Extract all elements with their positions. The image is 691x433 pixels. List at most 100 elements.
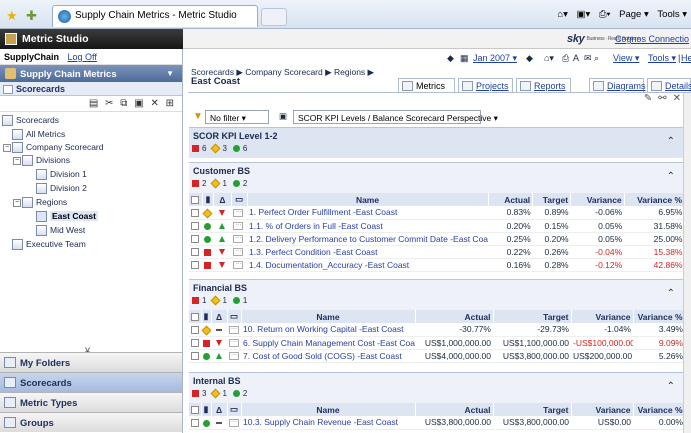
collapse-icon[interactable]: ⌃ — [667, 136, 675, 147]
font-size-icon[interactable]: A — [573, 53, 579, 63]
new-scorecard-icon[interactable]: ⊞ — [166, 98, 176, 109]
feeds-icon[interactable]: ▣▾ — [577, 9, 591, 20]
tree-item-division-2[interactable]: Division 2 — [36, 183, 87, 194]
metric-name[interactable]: 1.1. % of Orders in Full -East Coast — [247, 219, 489, 233]
metric-name[interactable]: 10. Return on Working Capital -East Coas… — [241, 323, 415, 337]
prev-period-icon[interactable]: ◆ — [447, 53, 454, 64]
tree-item-scorecards[interactable]: Scorecards — [2, 115, 59, 126]
column-header[interactable]: Target — [493, 310, 572, 323]
metric-name[interactable]: 1.3. Perfect Condition -East Coast — [247, 245, 489, 259]
tree-item-regions[interactable]: Regions — [22, 197, 67, 208]
row-checkbox[interactable] — [189, 258, 203, 272]
link-icon[interactable]: ⚯ — [658, 93, 672, 104]
next-period-icon[interactable]: ◆ — [526, 53, 533, 64]
notes-cell[interactable]: ··· — [227, 416, 241, 430]
column-header[interactable]: Variance % — [633, 403, 686, 416]
column-header[interactable]: Variance — [570, 193, 625, 206]
filter-select[interactable]: No filter ▾ — [205, 110, 269, 124]
table-row[interactable]: ··· 10. Return on Working Capital -East C… — [189, 323, 685, 337]
column-header[interactable]: Name — [241, 310, 416, 323]
row-checkbox[interactable] — [189, 219, 203, 233]
delete-icon[interactable]: ✕ — [150, 98, 160, 109]
home-icon[interactable]: ⌂▾ — [557, 9, 568, 20]
tree-item-division-1[interactable]: Division 1 — [36, 169, 87, 180]
table-row[interactable]: ··· 1.1. % of Orders in Full -East Coast 0… — [189, 219, 685, 233]
help-link[interactable]: Help — [681, 53, 691, 63]
metric-name[interactable]: 6. Supply Chain Management Cost -East Co… — [241, 336, 415, 350]
column-header[interactable]: Variance — [571, 403, 634, 416]
pane-my-folders[interactable]: My Folders — [0, 352, 182, 372]
metric-name[interactable]: 10.3. Supply Chain Revenue -East Coast — [241, 416, 415, 430]
table-row[interactable]: ··· 6. Supply Chain Management Cost -East… — [189, 336, 685, 350]
print-icon[interactable]: ⎙ — [562, 53, 569, 64]
row-checkbox[interactable] — [189, 349, 201, 363]
row-checkbox[interactable] — [189, 416, 201, 430]
tree-item-east-coast[interactable]: East Coast — [36, 211, 98, 222]
calendar-icon[interactable]: ▦ — [460, 53, 469, 64]
table-row[interactable]: ··· 1.2. Delivery Performance to Customer… — [189, 232, 685, 246]
select-all-checkbox[interactable] — [189, 403, 202, 416]
paste-icon[interactable]: ▣ — [134, 98, 145, 109]
column-header[interactable]: Actual — [415, 403, 494, 416]
favorites-star-icon[interactable]: ★ — [6, 8, 18, 24]
tree-toggle[interactable]: − — [3, 144, 11, 152]
row-checkbox[interactable] — [189, 206, 203, 220]
metric-name[interactable]: 1.4. Documentation_Accuracy -East Coast — [247, 258, 489, 272]
column-header[interactable]: Actual — [488, 193, 534, 206]
tree-item-mid-west[interactable]: Mid West — [36, 225, 85, 236]
notes-cell[interactable]: ··· — [227, 349, 241, 363]
notes-cell[interactable]: ··· — [227, 323, 241, 337]
package-selector[interactable]: Supply Chain Metrics ▼ — [0, 65, 182, 82]
pane-metric-types[interactable]: Metric Types — [0, 392, 182, 412]
select-all-checkbox[interactable] — [189, 193, 203, 206]
select-all-checkbox[interactable] — [189, 310, 202, 323]
table-row[interactable]: ··· 1. Perfect Order Fulfillment -East Co… — [189, 206, 685, 220]
metric-name[interactable]: 1.2. Delivery Performance to Customer Co… — [247, 232, 489, 246]
column-header[interactable]: Variance — [571, 310, 634, 323]
add-favorites-icon[interactable]: ✚ — [26, 8, 37, 24]
tree-item-company-scorecard[interactable]: Company Scorecard — [12, 142, 103, 153]
column-header[interactable]: Name — [241, 403, 416, 416]
row-checkbox[interactable] — [189, 232, 203, 246]
tools-menu[interactable]: Tools ▾ — [657, 9, 687, 20]
table-row[interactable]: ··· 1.4. Documentation_Accuracy -East Coa… — [189, 258, 685, 272]
tree-toggle[interactable]: − — [13, 157, 21, 165]
pane-scorecards[interactable]: Scorecards — [0, 372, 182, 392]
notes-cell[interactable]: ··· — [231, 258, 247, 272]
collapse-icon[interactable]: ⌃ — [667, 171, 675, 182]
tab-projects[interactable]: Projects — [458, 78, 513, 92]
tools-menu[interactable]: Tools ▾ — [648, 53, 676, 64]
tree-toggle[interactable]: − — [13, 199, 21, 207]
tab-details[interactable]: Details — [647, 78, 691, 92]
copy-icon[interactable]: ⧉ — [120, 98, 129, 109]
column-header[interactable]: Actual — [415, 310, 494, 323]
cognos-connection-link[interactable]: Cognos Connectio — [615, 34, 689, 44]
column-header[interactable]: Variance % — [624, 193, 686, 206]
notes-cell[interactable]: ··· — [231, 219, 247, 233]
chevron-down-icon[interactable]: ▼ — [166, 69, 174, 78]
collapse-icon[interactable]: ⌃ — [667, 288, 675, 299]
perspective-select[interactable]: SCOR KPI Levels / Balance Scorecard Pers… — [293, 110, 498, 124]
page-menu[interactable]: Page ▾ — [619, 9, 649, 20]
notes-cell[interactable]: ··· — [231, 245, 247, 259]
row-checkbox[interactable] — [189, 336, 201, 350]
notes-cell[interactable]: ··· — [231, 232, 247, 246]
table-row[interactable]: ··· 1.3. Perfect Condition -East Coast 0.2… — [189, 245, 685, 259]
table-row[interactable]: ··· 7. Cost of Good Sold (COGS) -East Coa… — [189, 349, 685, 363]
table-row[interactable]: ··· 10.3. Supply Chain Revenue -East Coas… — [189, 416, 685, 430]
logoff-link[interactable]: Log Off — [68, 52, 97, 62]
metric-name[interactable]: 1. Perfect Order Fulfillment -East Coast — [247, 206, 489, 220]
cut-icon[interactable]: ✂ — [105, 98, 115, 109]
vertical-scrollbar[interactable] — [683, 93, 691, 433]
column-header[interactable]: Target — [532, 193, 572, 206]
metric-name[interactable]: 7. Cost of Good Sold (COGS) -East Coast — [241, 349, 415, 363]
browser-tab[interactable]: Supply Chain Metrics - Metric Studio — [52, 5, 258, 27]
home-icon[interactable]: ⌂▾ — [544, 53, 554, 64]
column-header[interactable]: Target — [493, 403, 572, 416]
collapse-icon[interactable]: ⌃ — [667, 381, 675, 392]
properties-icon[interactable]: ▤ — [89, 98, 100, 109]
notes-cell[interactable]: ··· — [231, 206, 247, 220]
tree-item-executive-team[interactable]: Executive Team — [12, 239, 86, 250]
column-header[interactable]: Name — [247, 193, 489, 206]
new-tab-button[interactable] — [261, 8, 287, 26]
